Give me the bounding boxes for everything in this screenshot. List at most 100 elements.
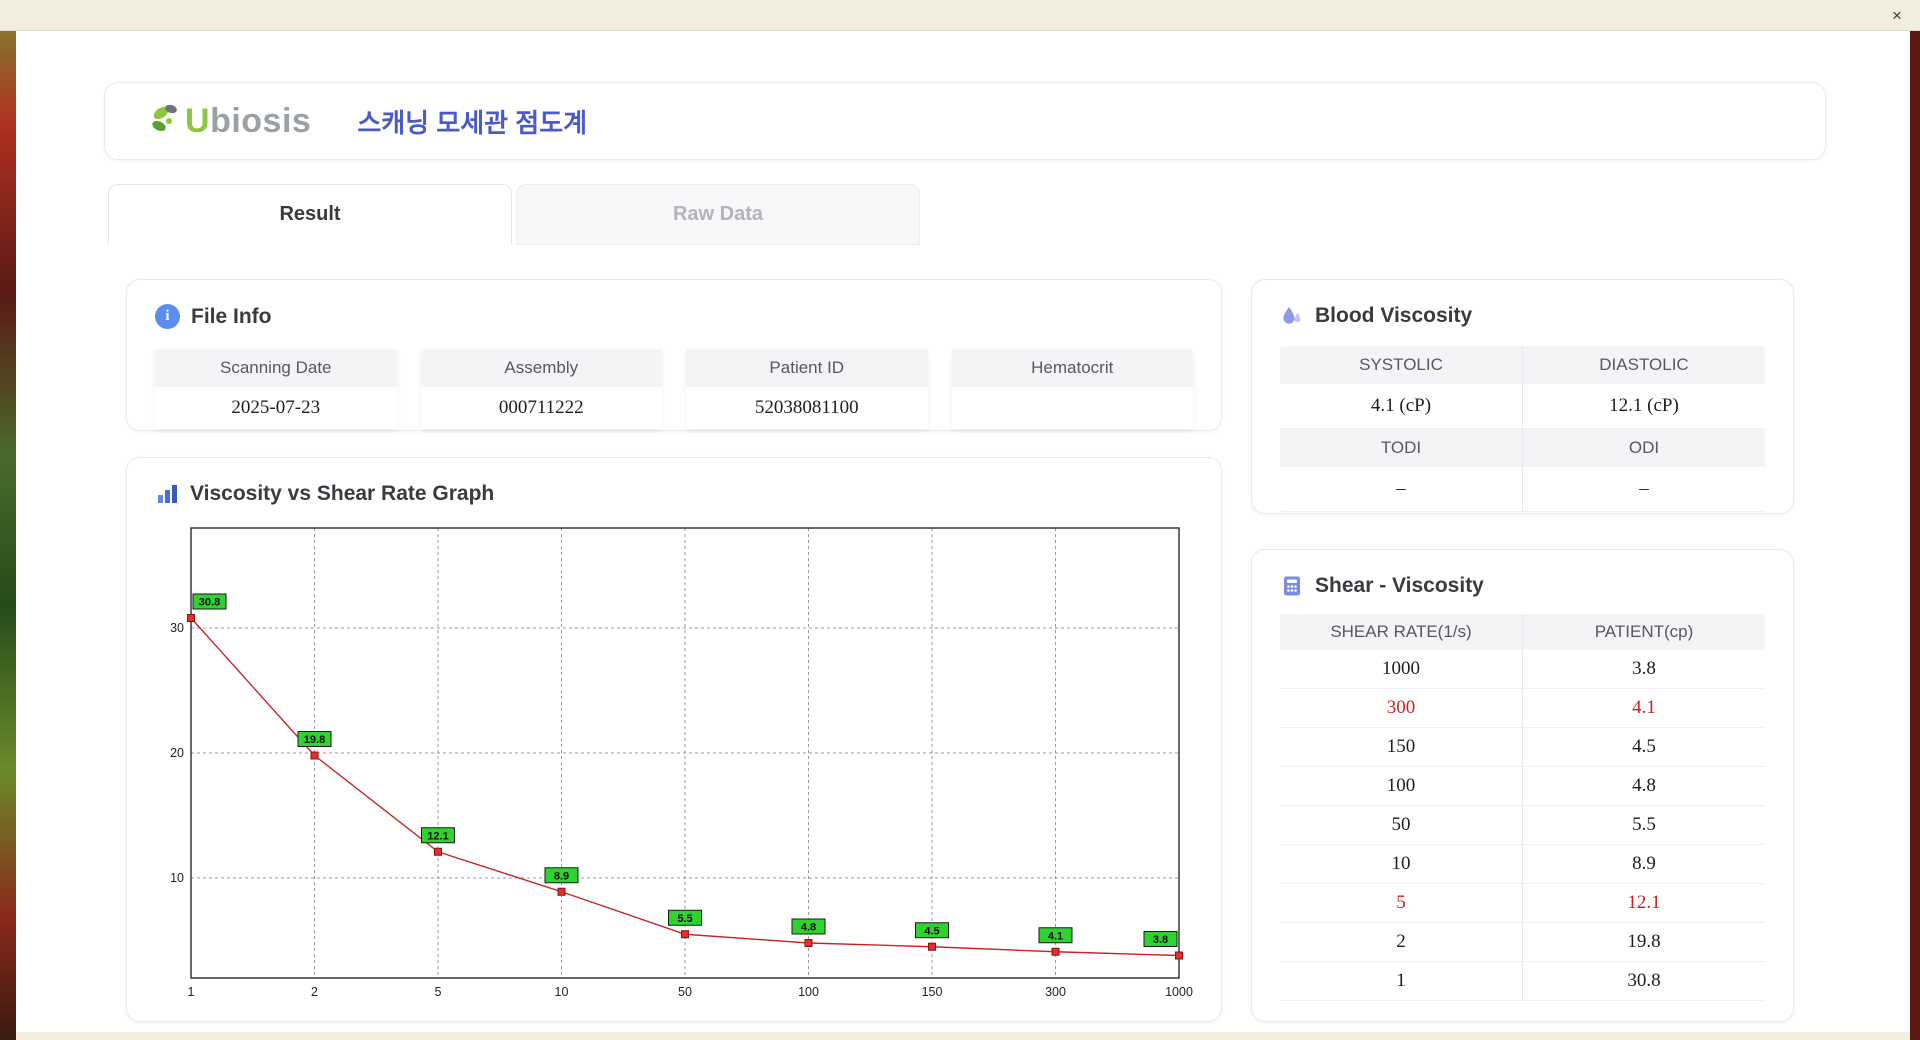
svg-text:20: 20 <box>170 746 184 760</box>
table-row: 1000 3.8 <box>1280 650 1765 689</box>
field-scanning-date: Scanning Date 2025-07-23 <box>155 349 397 429</box>
shear-viscosity-title-row: Shear - Viscosity <box>1280 574 1765 598</box>
graph-title-row: Viscosity vs Shear Rate Graph <box>155 482 1193 506</box>
shear-table-body: 1000 3.8 300 4.1 150 4.5 100 4.8 50 5.5 10 8.9 5 12.1… <box>1280 650 1765 1001</box>
shear-table: SHEAR RATE(1/s) PATIENT(cp) 1000 3.8 300 4.… <box>1280 614 1765 1001</box>
svg-text:5.5: 5.5 <box>677 913 692 925</box>
svg-text:50: 50 <box>678 985 692 999</box>
graph-title: Viscosity vs Shear Rate Graph <box>190 482 495 505</box>
calculator-icon <box>1284 576 1300 596</box>
systolic-value: 4.1 (cP) <box>1280 384 1523 429</box>
blood-viscosity-card: Blood Viscosity SYSTOLIC DIASTOLIC 4.1 (… <box>1251 279 1794 514</box>
close-icon[interactable]: × <box>1886 5 1908 27</box>
shear-rate-header: SHEAR RATE(1/s) <box>1280 614 1523 650</box>
patient-viscosity-value: 19.8 <box>1627 931 1661 952</box>
droplet-icon <box>1283 307 1301 324</box>
svg-text:300: 300 <box>1045 985 1066 999</box>
bottom-strip <box>16 1032 1910 1040</box>
file-info-title: File Info <box>191 304 272 328</box>
blood-viscosity-title: Blood Viscosity <box>1315 304 1473 327</box>
shear-viscosity-card: Shear - Viscosity SHEAR RATE(1/s) PATIEN… <box>1251 549 1794 1022</box>
odi-header: ODI <box>1523 429 1765 467</box>
svg-text:100: 100 <box>798 985 819 999</box>
info-icon: i <box>155 304 180 329</box>
tab-result[interactable]: Result <box>108 184 512 245</box>
logo-text: Ubiosis <box>185 102 311 141</box>
svg-text:30.8: 30.8 <box>199 597 220 609</box>
file-info-fields: Scanning Date 2025-07-23 Assembly 000711… <box>155 349 1193 429</box>
blood-viscosity-table: SYSTOLIC DIASTOLIC 4.1 (cP) 12.1 (cP) TO… <box>1280 346 1765 512</box>
svg-text:8.9: 8.9 <box>554 870 569 882</box>
field-patient-id: Patient ID 52038081100 <box>686 349 928 429</box>
field-value: 52038081100 <box>686 387 928 429</box>
diastolic-value: 12.1 (cP) <box>1523 384 1765 429</box>
logo-letter-u: U <box>185 101 211 140</box>
todi-value: – <box>1280 467 1523 512</box>
diastolic-header: DIASTOLIC <box>1523 346 1765 384</box>
page-title: 스캐닝 모세관 점도계 <box>357 107 588 138</box>
shear-rate-value: 100 <box>1280 767 1523 805</box>
viscosity-graph-card: Viscosity vs Shear Rate Graph 10 20 30 1 2 5 1… <box>126 457 1222 1022</box>
systolic-header: SYSTOLIC <box>1280 346 1523 384</box>
svg-text:12.1: 12.1 <box>427 830 448 842</box>
table-row: 10 8.9 <box>1280 845 1765 884</box>
patient-header: PATIENT(cp) <box>1594 622 1694 641</box>
svg-text:1: 1 <box>188 985 195 999</box>
patient-viscosity-value: 12.1 <box>1627 892 1661 913</box>
svg-text:1000: 1000 <box>1165 985 1193 999</box>
field-assembly: Assembly 000711222 <box>420 349 662 429</box>
svg-text:10: 10 <box>555 985 569 999</box>
ubiosis-logo: Ubiosis <box>147 99 311 143</box>
shear-viscosity-title: Shear - Viscosity <box>1315 574 1484 597</box>
table-row: 1 30.8 <box>1280 962 1765 1001</box>
svg-text:4.8: 4.8 <box>801 922 816 934</box>
shear-table-header: SHEAR RATE(1/s) PATIENT(cp) <box>1280 614 1765 650</box>
tab-bar: Result Raw Data <box>108 184 920 245</box>
svg-text:2: 2 <box>311 985 318 999</box>
svg-text:150: 150 <box>922 985 943 999</box>
field-value: 000711222 <box>420 387 662 429</box>
svg-text:10: 10 <box>170 871 184 885</box>
patient-viscosity-value: 5.5 <box>1632 814 1656 835</box>
field-value <box>951 387 1193 428</box>
bv-value-row-2: – – <box>1280 467 1765 512</box>
file-info-title-row: i File Info <box>155 304 1193 329</box>
bv-header-row-2: TODI ODI <box>1280 429 1765 467</box>
svg-text:3.8: 3.8 <box>1153 934 1168 946</box>
svg-text:19.8: 19.8 <box>304 734 325 746</box>
svg-text:30: 30 <box>170 621 184 635</box>
shear-rate-value: 1 <box>1280 962 1523 1000</box>
svg-text:4.1: 4.1 <box>1048 930 1063 942</box>
app-header: Ubiosis 스캐닝 모세관 점도계 <box>104 82 1826 160</box>
table-row: 2 19.8 <box>1280 923 1765 962</box>
field-label: Patient ID <box>686 349 928 387</box>
bar-chart-icon <box>158 485 177 503</box>
shear-rate-value: 2 <box>1280 923 1523 961</box>
field-hematocrit: Hematocrit <box>951 349 1193 429</box>
patient-viscosity-value: 8.9 <box>1632 853 1656 874</box>
logo-rest: biosis <box>210 101 312 140</box>
bv-value-row: 4.1 (cP) 12.1 (cP) <box>1280 384 1765 429</box>
field-label: Scanning Date <box>155 349 397 387</box>
svg-text:5: 5 <box>435 985 442 999</box>
table-row: 300 4.1 <box>1280 689 1765 728</box>
shear-rate-value: 300 <box>1280 689 1523 727</box>
bv-header-row: SYSTOLIC DIASTOLIC <box>1280 346 1765 384</box>
shear-rate-value: 5 <box>1280 884 1523 922</box>
field-value: 2025-07-23 <box>155 387 397 429</box>
field-label: Hematocrit <box>951 349 1193 387</box>
table-row: 50 5.5 <box>1280 806 1765 845</box>
blood-viscosity-title-row: Blood Viscosity <box>1280 304 1765 328</box>
app-window: Ubiosis 스캐닝 모세관 점도계 Result Raw Data i Fi… <box>16 31 1910 1040</box>
patient-viscosity-value: 30.8 <box>1627 970 1661 991</box>
shear-rate-value: 1000 <box>1280 650 1523 688</box>
table-row: 100 4.8 <box>1280 767 1765 806</box>
table-row: 5 12.1 <box>1280 884 1765 923</box>
svg-text:4.5: 4.5 <box>924 925 939 937</box>
todi-header: TODI <box>1280 429 1523 467</box>
tab-raw-data[interactable]: Raw Data <box>516 184 920 245</box>
window-titlebar: × <box>0 0 1920 31</box>
shear-rate-value: 10 <box>1280 845 1523 883</box>
viscosity-chart: 10 20 30 1 2 5 10 50 100 150 300 1000 30.8 19.8 12.1 8.… <box>170 527 1193 999</box>
patient-viscosity-value: 4.1 <box>1632 697 1656 718</box>
